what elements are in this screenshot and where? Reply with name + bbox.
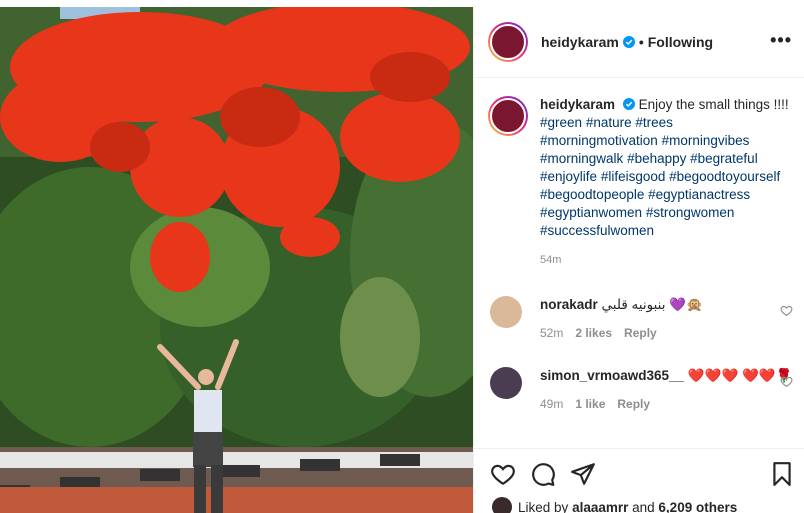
hashtag[interactable]: #egyptianactress [648, 187, 750, 202]
hashtag[interactable]: #successfulwomen [540, 223, 654, 238]
post-header: heidykaram • Following ••• [474, 7, 804, 78]
comment-likes[interactable]: 2 likes [575, 326, 612, 340]
hashtag[interactable]: #morningvibes [662, 133, 750, 148]
hashtag[interactable]: #begrateful [690, 151, 758, 166]
comment-text: ❤️❤️❤️ ❤️❤️🌹 [687, 368, 793, 383]
reply-button[interactable]: Reply [624, 326, 657, 340]
hashtag[interactable]: #morningmotivation [540, 133, 658, 148]
comment-body: simon_vrmoawd365__ ❤️❤️❤️ ❤️❤️🌹 [540, 367, 793, 385]
comment-likes[interactable]: 1 like [575, 397, 605, 411]
commenter-username[interactable]: simon_vrmoawd365__ [540, 368, 684, 383]
verified-icon [622, 36, 635, 48]
hashtag[interactable]: #begoodtopeople [540, 187, 644, 202]
commenter-avatar[interactable] [490, 367, 522, 399]
comment-meta: 52m 2 likes Reply [540, 326, 793, 340]
caption-text: heidykaram Enjoy the small things !!!! #… [540, 96, 790, 240]
comment-body: norakadr بنبونيه قلبي 💜🙊 [540, 296, 793, 314]
comment-item: norakadr بنبونيه قلبي 💜🙊 52m 2 likes Rep… [488, 296, 793, 340]
verified-icon [622, 98, 635, 110]
heart-icon[interactable] [490, 461, 516, 487]
likes-summary: Liked by alaaamrr and 6,209 others [492, 497, 737, 513]
hashtag[interactable]: #lifeisgood [601, 169, 666, 184]
caption-username[interactable]: heidykaram [540, 97, 615, 112]
author-avatar[interactable] [488, 22, 528, 62]
following-button[interactable]: Following [648, 34, 713, 50]
post-photo-illustration [0, 7, 473, 513]
hashtag[interactable]: #strongwomen [646, 205, 735, 220]
comment-time[interactable]: 52m [540, 326, 563, 340]
post-details-panel: heidykaram • Following ••• heidykaram En… [473, 7, 804, 513]
hashtag[interactable]: #nature [586, 115, 632, 130]
hashtag[interactable]: #trees [635, 115, 673, 130]
liker-username[interactable]: alaaamrr [572, 500, 628, 513]
likes-count[interactable]: 6,209 others [658, 500, 737, 513]
author-username[interactable]: heidykaram [541, 34, 619, 50]
reply-button[interactable]: Reply [617, 397, 650, 411]
hashtag[interactable]: #morningwalk [540, 151, 623, 166]
post-actions: Liked by alaaamrr and 6,209 others [474, 448, 804, 513]
comment-text: بنبونيه قلبي 💜🙊 [601, 297, 703, 312]
comment-meta: 49m 1 like Reply [540, 397, 793, 411]
commenter-username[interactable]: norakadr [540, 297, 598, 312]
commenter-avatar[interactable] [490, 296, 522, 328]
hashtag[interactable]: #begoodtoyourself [669, 169, 780, 184]
caption-message: Enjoy the small things !!!! [638, 97, 789, 112]
liker-avatar[interactable] [492, 497, 512, 513]
more-icon[interactable]: ••• [770, 31, 792, 49]
follow-separator: • [638, 34, 644, 50]
comment-icon[interactable] [530, 461, 556, 487]
caption-timestamp[interactable]: 54m [540, 254, 790, 266]
liked-by-and: and [632, 499, 655, 513]
liked-by-prefix: Liked by [518, 499, 569, 513]
post-photo[interactable] [0, 7, 473, 513]
heart-icon[interactable] [780, 304, 793, 317]
hashtag[interactable]: #egyptianwomen [540, 205, 642, 220]
share-icon[interactable] [570, 461, 596, 487]
hashtag[interactable]: #behappy [627, 151, 686, 166]
caption-block: heidykaram Enjoy the small things !!!! #… [474, 78, 804, 298]
heart-icon[interactable] [780, 375, 793, 388]
caption-avatar[interactable] [488, 96, 528, 136]
comment-item: simon_vrmoawd365__ ❤️❤️❤️ ❤️❤️🌹 49m 1 li… [488, 367, 793, 411]
comment-time[interactable]: 49m [540, 397, 563, 411]
bookmark-icon[interactable] [769, 461, 795, 487]
hashtag[interactable]: #green [540, 115, 582, 130]
hashtag[interactable]: #enjoylife [540, 169, 597, 184]
